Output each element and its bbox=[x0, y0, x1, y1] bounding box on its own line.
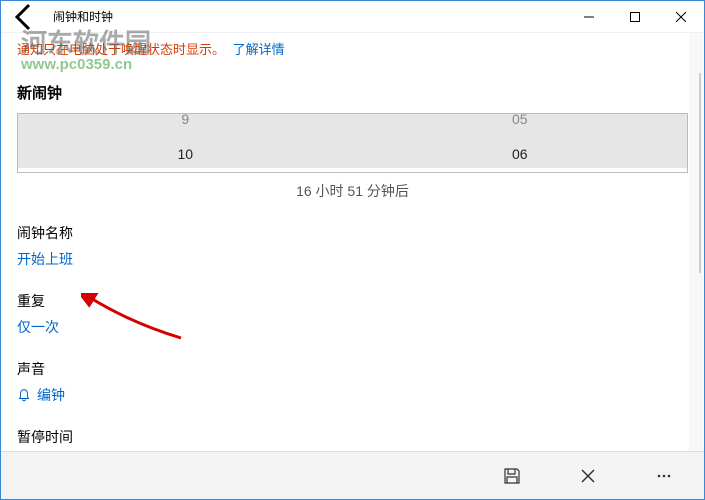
sound-value-text: 编钟 bbox=[37, 385, 65, 405]
scrollbar[interactable] bbox=[689, 33, 703, 451]
close-icon bbox=[676, 12, 686, 22]
cancel-button[interactable] bbox=[568, 456, 608, 496]
sound-label: 声音 bbox=[17, 359, 688, 379]
alarm-name-label: 闹钟名称 bbox=[17, 223, 688, 243]
minute-value: 06 bbox=[512, 146, 528, 162]
back-button[interactable] bbox=[9, 1, 41, 33]
window-controls bbox=[566, 1, 704, 33]
bottom-toolbar bbox=[1, 451, 704, 499]
more-button[interactable] bbox=[644, 456, 684, 496]
minute-column[interactable]: 05 06 bbox=[353, 114, 688, 168]
bell-icon bbox=[17, 388, 31, 402]
scrollbar-thumb[interactable] bbox=[699, 73, 701, 273]
cancel-icon bbox=[579, 467, 597, 485]
minimize-icon bbox=[584, 12, 594, 22]
maximize-icon bbox=[630, 12, 640, 22]
main-content: 新闹钟 9 10 05 06 16 小时 51 分钟后 闹钟名称 开始上班 重复… bbox=[1, 82, 704, 473]
sound-value[interactable]: 编钟 bbox=[17, 385, 688, 405]
hour-value: 10 bbox=[177, 146, 193, 162]
close-button[interactable] bbox=[658, 1, 704, 33]
back-arrow-icon bbox=[9, 1, 41, 33]
time-picker[interactable]: 9 10 05 06 bbox=[17, 113, 688, 173]
hour-column[interactable]: 9 10 bbox=[18, 114, 353, 168]
minute-prev: 05 bbox=[512, 111, 528, 127]
title-bar: 闹钟和时钟 bbox=[1, 1, 704, 33]
notice-bar: 通知只在电脑处于唤醒状态时显示。 了解详情 bbox=[1, 33, 704, 64]
notice-text: 通知只在电脑处于唤醒状态时显示。 bbox=[17, 42, 225, 57]
alarm-name-value[interactable]: 开始上班 bbox=[17, 249, 688, 269]
minimize-button[interactable] bbox=[566, 1, 612, 33]
page-heading: 新闹钟 bbox=[17, 82, 688, 103]
learn-more-link[interactable]: 了解详情 bbox=[233, 42, 285, 57]
more-icon bbox=[655, 467, 673, 485]
repeat-label: 重复 bbox=[17, 291, 688, 311]
save-button[interactable] bbox=[492, 456, 532, 496]
snooze-label: 暂停时间 bbox=[17, 427, 688, 447]
hour-prev: 9 bbox=[181, 111, 189, 127]
countdown-text: 16 小时 51 分钟后 bbox=[17, 181, 688, 201]
time-picker-row: 9 10 05 06 bbox=[18, 114, 687, 168]
save-icon bbox=[503, 467, 521, 485]
window-title: 闹钟和时钟 bbox=[53, 8, 113, 25]
maximize-button[interactable] bbox=[612, 1, 658, 33]
repeat-value[interactable]: 仅一次 bbox=[17, 317, 688, 337]
